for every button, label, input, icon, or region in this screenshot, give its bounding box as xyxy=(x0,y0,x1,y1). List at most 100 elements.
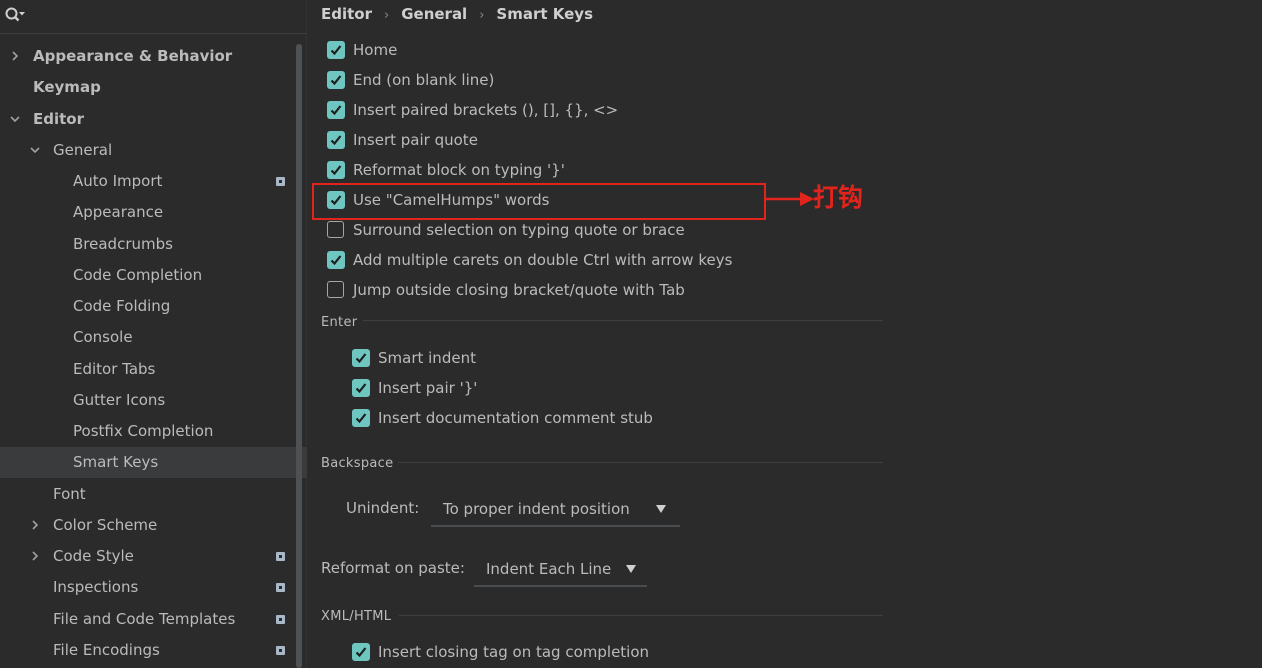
divider xyxy=(398,462,883,463)
check-icon xyxy=(330,45,342,56)
sidebar-item-appearance[interactable]: Appearance xyxy=(0,197,296,228)
settings-sidebar: Appearance & Behavior Keymap Editor General… xyxy=(0,0,307,668)
sidebar-item-label: Auto Import xyxy=(73,172,163,190)
check-icon xyxy=(355,353,367,364)
check-icon xyxy=(330,165,342,176)
sidebar-item-label: Postfix Completion xyxy=(73,422,214,440)
sidebar-item-breadcrumbs[interactable]: Breadcrumbs xyxy=(0,229,296,260)
breadcrumb-separator-icon: › xyxy=(479,8,485,23)
option-label: Insert pair '}' xyxy=(378,379,478,397)
divider xyxy=(363,320,883,321)
check-icon xyxy=(355,413,367,424)
checkbox-unchecked[interactable] xyxy=(327,221,344,238)
sidebar-item-label: Editor Tabs xyxy=(73,360,156,378)
sidebar-item-label: File Encodings xyxy=(53,641,160,659)
sidebar-item-file-and-code-templates[interactable]: File and Code Templates xyxy=(0,604,296,635)
checkbox-checked[interactable] xyxy=(327,101,345,119)
sidebar-item-file-encodings[interactable]: File Encodings xyxy=(0,635,296,666)
option-label: Surround selection on typing quote or br… xyxy=(353,221,685,239)
sidebar-item-label: Inspections xyxy=(53,578,139,596)
breadcrumb: Editor › General › Smart Keys xyxy=(321,0,593,28)
sidebar-item-label: Smart Keys xyxy=(73,453,159,471)
unindent-label: Unindent: xyxy=(346,499,420,517)
sidebar-item-font[interactable]: Font xyxy=(0,479,296,510)
sidebar-item-code-folding[interactable]: Code Folding xyxy=(0,291,296,322)
sidebar-item-label: Keymap xyxy=(33,78,101,96)
checkbox-checked[interactable] xyxy=(327,71,345,89)
sidebar-item-label: Code Completion xyxy=(73,266,203,284)
sidebar-item-color-scheme[interactable]: Color Scheme xyxy=(0,510,296,541)
reformat-on-paste-label: Reformat on paste: xyxy=(321,559,465,577)
backspace-section-title: Backspace xyxy=(321,456,394,471)
sidebar-item-gutter-icons[interactable]: Gutter Icons xyxy=(0,385,296,416)
sidebar-item-general[interactable]: General xyxy=(0,135,296,166)
search-bar[interactable] xyxy=(0,0,307,34)
chevron-down-icon[interactable] xyxy=(9,113,21,125)
enter-section-title: Enter xyxy=(321,315,358,330)
checkbox-checked[interactable] xyxy=(327,161,345,179)
checkbox-checked[interactable] xyxy=(327,41,345,59)
sidebar-item-label: Editor xyxy=(33,110,84,128)
checkbox-checked[interactable] xyxy=(352,409,370,427)
sidebar-item-label: Color Scheme xyxy=(53,516,158,534)
project-scope-icon xyxy=(276,646,285,655)
project-scope-icon xyxy=(276,552,285,561)
sidebar-item-editor-tabs[interactable]: Editor Tabs xyxy=(0,354,296,385)
sidebar-item-label: Code Style xyxy=(53,547,134,565)
breadcrumb-general[interactable]: General xyxy=(401,5,467,23)
chevron-right-icon[interactable] xyxy=(29,519,41,531)
option-label: Add multiple carets on double Ctrl with … xyxy=(353,251,733,269)
sidebar-item-console[interactable]: Console xyxy=(0,322,296,353)
sidebar-item-label: Font xyxy=(53,485,86,503)
sidebar-item-editor[interactable]: Editor xyxy=(0,104,296,135)
chevron-right-icon[interactable] xyxy=(29,550,41,562)
project-scope-icon xyxy=(276,177,285,186)
checkbox-checked[interactable] xyxy=(352,349,370,367)
checkbox-checked[interactable] xyxy=(327,251,345,269)
chevron-down-icon xyxy=(656,505,666,513)
project-scope-icon xyxy=(276,583,285,592)
option-label: Home xyxy=(353,41,398,59)
settings-window: Appearance & Behavior Keymap Editor General… xyxy=(0,0,1262,668)
checkbox-unchecked[interactable] xyxy=(327,281,344,298)
checkbox-checked[interactable] xyxy=(327,131,345,149)
divider xyxy=(399,615,883,616)
sidebar-item-label: Code Folding xyxy=(73,297,171,315)
xml-section-title: XML/HTML xyxy=(321,609,392,624)
breadcrumb-editor[interactable]: Editor xyxy=(321,5,372,23)
sidebar-item-smart-keys[interactable]: Smart Keys xyxy=(0,447,307,478)
sidebar-item-inspections[interactable]: Inspections xyxy=(0,572,296,603)
sidebar-item-code-style[interactable]: Code Style xyxy=(0,541,296,572)
search-icon[interactable] xyxy=(4,6,26,26)
sidebar-item-appearance-behavior[interactable]: Appearance & Behavior xyxy=(0,41,296,72)
option-label: Insert documentation comment stub xyxy=(378,409,653,427)
option-label: Reformat block on typing '}' xyxy=(353,161,565,179)
option-label: Insert paired brackets (), [], {}, <> xyxy=(353,101,619,119)
sidebar-item-code-completion[interactable]: Code Completion xyxy=(0,260,296,291)
sidebar-item-label: Appearance & Behavior xyxy=(33,47,233,65)
sidebar-item-postfix-completion[interactable]: Postfix Completion xyxy=(0,416,296,447)
checkbox-checked[interactable] xyxy=(352,379,370,397)
unindent-select-value: To proper indent position xyxy=(443,500,630,518)
unindent-select[interactable]: To proper indent position xyxy=(431,491,680,527)
option-label: Insert pair quote xyxy=(353,131,478,149)
sidebar-item-label: Appearance xyxy=(73,203,164,221)
sidebar-item-auto-import[interactable]: Auto Import xyxy=(0,166,296,197)
sidebar-item-keymap[interactable]: Keymap xyxy=(0,72,296,103)
reformat-on-paste-select[interactable]: Indent Each Line xyxy=(474,551,647,587)
chevron-down-icon xyxy=(626,565,636,573)
option-label: Smart indent xyxy=(378,349,476,367)
project-scope-icon xyxy=(276,615,285,624)
sidebar-item-label: Gutter Icons xyxy=(73,391,166,409)
option-label: Insert closing tag on tag completion xyxy=(378,643,650,661)
check-icon xyxy=(330,75,342,86)
sidebar-scrollbar[interactable] xyxy=(296,44,302,668)
sidebar-item-label: General xyxy=(53,141,113,159)
checkbox-checked[interactable] xyxy=(352,643,370,661)
option-label: Jump outside closing bracket/quote with … xyxy=(353,281,685,299)
chevron-down-icon[interactable] xyxy=(29,144,41,156)
reformat-on-paste-value: Indent Each Line xyxy=(486,560,612,578)
option-label: End (on blank line) xyxy=(353,71,495,89)
annotation-text: 打钩 xyxy=(813,183,864,212)
chevron-right-icon[interactable] xyxy=(9,50,21,62)
